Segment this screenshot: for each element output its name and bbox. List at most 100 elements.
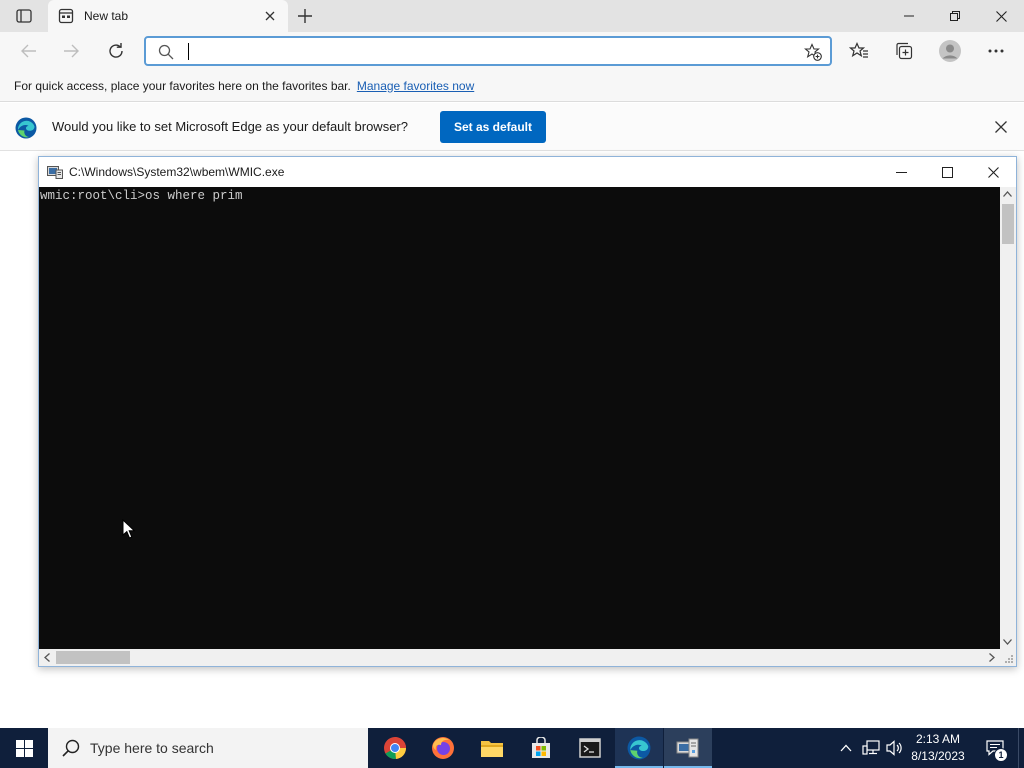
taskbar-search-placeholder: Type here to search bbox=[90, 740, 214, 756]
maximize-icon bbox=[941, 166, 953, 178]
avatar-icon bbox=[939, 40, 961, 62]
speaker-icon bbox=[886, 740, 902, 756]
add-favorite-star-icon[interactable] bbox=[804, 43, 822, 61]
set-as-default-button[interactable]: Set as default bbox=[440, 111, 546, 143]
console-minimize-button[interactable] bbox=[878, 157, 924, 187]
close-icon bbox=[995, 10, 1007, 22]
profile-button[interactable] bbox=[935, 37, 965, 65]
default-browser-infobar: Would you like to set Microsoft Edge as … bbox=[0, 103, 1024, 151]
console-command-line: wmic:root\cli>os where prim bbox=[40, 189, 243, 203]
close-icon bbox=[987, 166, 999, 178]
minimize-button[interactable] bbox=[886, 0, 932, 32]
restore-icon bbox=[950, 11, 960, 21]
windows-logo-icon bbox=[15, 739, 33, 757]
back-button[interactable] bbox=[14, 37, 44, 65]
horizontal-scroll-thumb[interactable] bbox=[56, 651, 130, 664]
close-icon bbox=[995, 121, 1007, 133]
store-icon bbox=[532, 737, 550, 758]
firefox-icon bbox=[432, 737, 454, 759]
start-button[interactable] bbox=[0, 728, 48, 768]
console-maximize-button[interactable] bbox=[924, 157, 970, 187]
terminal-icon bbox=[579, 738, 601, 758]
favorites-icon bbox=[849, 42, 868, 58]
vertical-scroll-thumb[interactable] bbox=[1002, 204, 1014, 244]
taskbar-app-file-explorer[interactable] bbox=[468, 728, 516, 768]
console-close-button[interactable] bbox=[970, 157, 1016, 187]
console-title-bar[interactable]: C:\Windows\System32\wbem\WMIC.exe bbox=[39, 157, 1016, 187]
edge-icon bbox=[627, 736, 651, 760]
scroll-down-arrow-icon[interactable] bbox=[1003, 639, 1012, 645]
tab-new-tab[interactable]: New tab bbox=[48, 0, 288, 32]
forward-button[interactable] bbox=[56, 37, 86, 65]
minimize-icon bbox=[904, 15, 914, 17]
refresh-icon bbox=[109, 43, 123, 58]
settings-more-button[interactable] bbox=[981, 37, 1011, 65]
wmic-console-window: C:\Windows\System32\wbem\WMIC.exe wmic:r… bbox=[38, 156, 1017, 667]
favorites-bar: For quick access, place your favorites h… bbox=[0, 70, 1024, 102]
favorites-bar-hint: For quick access, place your favorites h… bbox=[14, 78, 351, 93]
refresh-button[interactable] bbox=[101, 37, 131, 65]
search-icon bbox=[62, 739, 80, 757]
taskbar-app-wmic[interactable] bbox=[664, 728, 712, 768]
forward-arrow-icon bbox=[64, 44, 79, 58]
taskbar-app-chrome[interactable] bbox=[371, 728, 419, 768]
show-desktop-button[interactable] bbox=[1018, 728, 1024, 768]
network-tray-button[interactable] bbox=[859, 728, 883, 768]
taskbar-search-box[interactable]: Type here to search bbox=[48, 728, 368, 768]
minimize-icon bbox=[895, 171, 907, 173]
tab-close-button[interactable] bbox=[258, 4, 282, 28]
chevron-up-icon bbox=[840, 744, 852, 752]
resize-grip-icon[interactable] bbox=[1001, 651, 1015, 665]
chrome-icon bbox=[384, 737, 407, 760]
tab-actions-button[interactable] bbox=[10, 7, 38, 25]
scroll-left-arrow-icon[interactable] bbox=[44, 653, 50, 662]
address-input[interactable] bbox=[194, 41, 794, 63]
favorites-button[interactable] bbox=[844, 37, 874, 65]
tab-actions-icon bbox=[16, 9, 32, 23]
taskbar-app-edge[interactable] bbox=[615, 728, 663, 768]
collections-icon bbox=[896, 42, 913, 60]
action-center-button[interactable]: 1 bbox=[980, 728, 1010, 768]
wmic-icon bbox=[676, 738, 699, 758]
taskbar: Type here to search 2:13 AM 8/13/2023 1 bbox=[0, 728, 1024, 768]
infobar-close-button[interactable] bbox=[992, 118, 1010, 136]
text-caret bbox=[188, 43, 189, 60]
file-explorer-icon bbox=[481, 741, 503, 757]
vertical-scrollbar[interactable] bbox=[1000, 187, 1016, 649]
edge-logo-icon bbox=[15, 117, 37, 139]
address-bar[interactable] bbox=[144, 36, 832, 66]
console-window-controls bbox=[878, 157, 1016, 187]
close-icon bbox=[265, 11, 275, 21]
plus-icon bbox=[298, 9, 312, 23]
clock-time: 2:13 AM bbox=[915, 732, 961, 746]
browser-window-controls bbox=[886, 0, 1024, 32]
volume-tray-button[interactable] bbox=[883, 728, 907, 768]
horizontal-scrollbar[interactable] bbox=[39, 649, 1016, 666]
browser-tab-bar: New tab bbox=[0, 0, 1024, 32]
more-options-icon bbox=[988, 49, 1004, 53]
new-tab-page-icon bbox=[58, 8, 74, 24]
taskbar-app-firefox[interactable] bbox=[419, 728, 467, 768]
clock-date: 8/13/2023 bbox=[911, 749, 965, 763]
close-button[interactable] bbox=[978, 0, 1024, 32]
console-output[interactable]: wmic:root\cli>os where prim bbox=[39, 187, 1000, 649]
collections-button[interactable] bbox=[889, 37, 919, 65]
show-hidden-icons-button[interactable] bbox=[834, 728, 858, 768]
taskbar-clock[interactable]: 2:13 AM 8/13/2023 bbox=[905, 731, 971, 765]
wmic-app-icon bbox=[47, 166, 63, 179]
new-tab-button[interactable] bbox=[292, 4, 318, 28]
search-icon bbox=[158, 44, 174, 60]
browser-toolbar bbox=[0, 32, 1024, 70]
scroll-right-arrow-icon[interactable] bbox=[989, 653, 995, 662]
default-browser-prompt: Would you like to set Microsoft Edge as … bbox=[52, 119, 408, 134]
back-arrow-icon bbox=[21, 44, 36, 58]
taskbar-app-terminal[interactable] bbox=[566, 728, 614, 768]
console-title: C:\Windows\System32\wbem\WMIC.exe bbox=[69, 165, 285, 179]
mouse-pointer-icon bbox=[122, 519, 136, 539]
network-icon bbox=[862, 740, 880, 755]
notification-count-badge: 1 bbox=[994, 748, 1008, 762]
restore-button[interactable] bbox=[932, 0, 978, 32]
scroll-up-arrow-icon[interactable] bbox=[1003, 191, 1012, 197]
taskbar-app-store[interactable] bbox=[517, 728, 565, 768]
manage-favorites-link[interactable]: Manage favorites now bbox=[357, 79, 474, 93]
